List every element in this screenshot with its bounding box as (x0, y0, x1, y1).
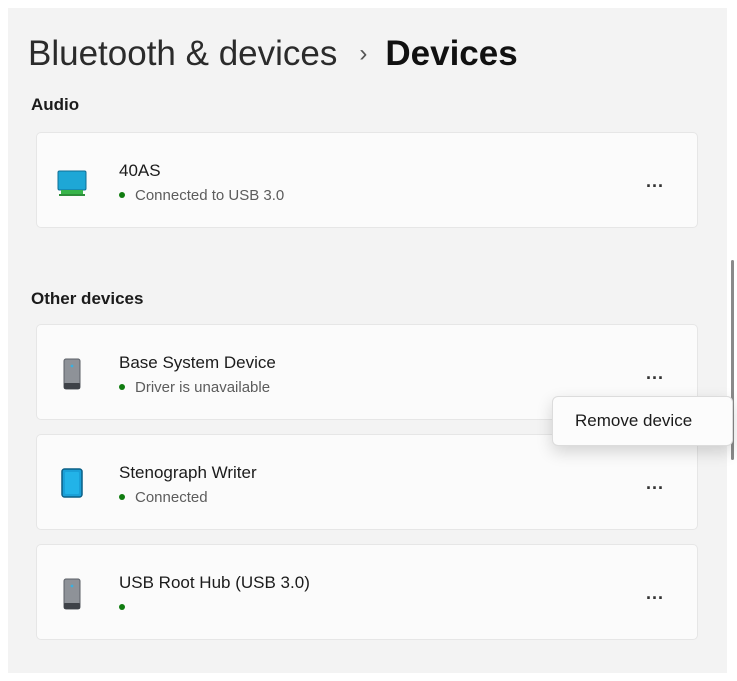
context-menu: Remove device (552, 396, 733, 446)
monitor-icon (57, 170, 87, 196)
device-status-text: Connected (135, 488, 208, 506)
device-name: 40AS (119, 161, 161, 180)
breadcrumb-current: Devices (385, 34, 518, 73)
tablet-icon (61, 468, 83, 498)
device-status (119, 597, 135, 617)
device-card-40as[interactable]: 40AS Connected to USB 3.0 ... (36, 132, 698, 228)
device-card-usb-root-hub[interactable]: USB Root Hub (USB 3.0) ... (36, 544, 698, 640)
more-options-button[interactable]: ... (643, 361, 667, 385)
device-name: Stenograph Writer (119, 463, 257, 482)
device-status: Connected to USB 3.0 (119, 185, 284, 205)
more-options-button[interactable]: ... (643, 471, 667, 495)
section-label-other-devices: Other devices (31, 289, 144, 308)
more-options-button[interactable]: ... (643, 581, 667, 605)
remove-device-menu-item[interactable]: Remove device (553, 397, 732, 445)
more-options-button[interactable]: ... (643, 169, 667, 193)
status-dot-icon (119, 384, 125, 390)
device-status: Connected (119, 487, 208, 507)
device-status-text: Connected to USB 3.0 (135, 186, 285, 204)
device-status: Driver is unavailable (119, 377, 270, 397)
status-dot-icon (119, 494, 125, 500)
page-title: Bluetooth & devices › Devices (28, 28, 518, 80)
status-dot-icon (119, 604, 125, 610)
device-name: USB Root Hub (USB 3.0) (119, 573, 310, 592)
breadcrumb-separator-icon: › (359, 40, 368, 67)
generic-device-icon (63, 358, 81, 390)
device-card-stenograph-writer[interactable]: Stenograph Writer Connected ... (36, 434, 698, 530)
status-dot-icon (119, 192, 125, 198)
section-label-audio: Audio (31, 95, 80, 114)
breadcrumb-parent[interactable]: Bluetooth & devices (28, 34, 337, 74)
generic-device-icon (63, 578, 81, 610)
device-status-text: Driver is unavailable (135, 378, 271, 396)
settings-window: Bluetooth & devices › Devices Audio 40AS… (8, 8, 734, 673)
device-name: Base System Device (119, 353, 276, 372)
